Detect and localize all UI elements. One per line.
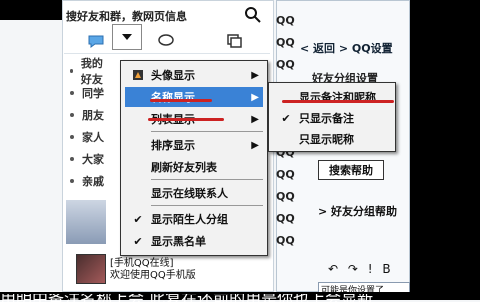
black-border-right (410, 0, 480, 300)
menu-item-label: 显示黑名单 (151, 235, 206, 248)
submenu-item-label: 只显示备注 (299, 112, 354, 125)
bullet-icon (70, 157, 74, 161)
bullet-icon (70, 113, 74, 117)
menu-item-avatar-display[interactable]: 头像显示 ▶ (125, 65, 263, 85)
qq-label: QQ (276, 190, 295, 203)
bullet-icon (70, 179, 74, 183)
window-switch-icon[interactable] (224, 32, 244, 50)
search-help-button[interactable]: 搜索帮助 (318, 160, 384, 180)
submenu-item-nickname-only[interactable]: 只显示昵称 (273, 129, 391, 149)
menu-item-label: 排序显示 (151, 139, 195, 152)
avatar-display-icon (133, 70, 143, 80)
group-item[interactable]: 家人 (70, 126, 112, 148)
annotation-underline (282, 100, 394, 103)
group-label: 家人 (82, 131, 104, 144)
submenu-item-remark-only[interactable]: ✔ 只显示备注 (273, 108, 391, 128)
menu-item-label: 名称显示 (151, 91, 195, 104)
qq-label: QQ (276, 58, 295, 71)
qq-label: QQ (276, 36, 295, 49)
checkmark-icon: ✔ (133, 234, 143, 248)
search-icon[interactable] (244, 6, 262, 24)
qq-label: QQ (276, 234, 295, 247)
settings-breadcrumb[interactable]: < 返回 > QQ设置 (300, 40, 393, 56)
group-item[interactable]: 朋友 (70, 104, 112, 126)
contact-status: [手机QQ在线] (110, 258, 174, 269)
group-label: 朋友 (82, 109, 104, 122)
bullet-icon (70, 135, 74, 139)
group-label: 同学 (82, 87, 104, 100)
menu-item-sort-display[interactable]: 排序显示 ▶ (125, 135, 263, 155)
caption-text: 用明中备注名称上会.此复在还前的用是你也上会显新 (0, 294, 480, 302)
menu-item-refresh-list[interactable]: 刷新好友列表 (125, 157, 263, 177)
chat-bubble-outline-icon[interactable] (156, 32, 176, 50)
annotation-underline (150, 99, 212, 102)
contact-photo (66, 200, 106, 244)
contact-toolbar (64, 28, 270, 54)
help-link[interactable]: > 好友分组帮助 (318, 203, 397, 219)
bullet-icon (70, 69, 73, 73)
bullet-icon (70, 91, 74, 95)
menu-item-label: 头像显示 (151, 69, 195, 82)
submenu-arrow-icon: ▶ (251, 69, 259, 81)
submenu-arrow-icon: ▶ (251, 113, 259, 125)
qq-label: QQ (276, 168, 295, 181)
group-item[interactable]: 亲戚 (70, 170, 112, 192)
group-label: 亲戚 (82, 175, 104, 188)
submenu-item-remark-and-nickname[interactable]: 显示备注和昵称 (273, 87, 391, 107)
chat-bubble-icon[interactable] (86, 32, 106, 50)
contact-signature: 欢迎使用QQ手机版 (110, 270, 196, 281)
group-item[interactable]: 我的好友 (70, 57, 112, 86)
editor-toolbar-icons[interactable]: ↶ ↷ ! B (328, 262, 394, 276)
menu-separator (151, 131, 263, 132)
annotation-underline (148, 118, 224, 121)
checkmark-icon: ✔ (281, 111, 291, 125)
menu-separator (151, 179, 263, 180)
chevron-down-icon (122, 34, 132, 40)
menu-item-show-online[interactable]: 显示在线联系人 (125, 183, 263, 203)
avatar[interactable] (76, 254, 106, 284)
group-list: 我的好友 同学 朋友 家人 大家 亲戚 (70, 57, 112, 192)
menu-item-label: 显示在线联系人 (151, 187, 228, 200)
contact-entry[interactable]: [手机QQ在线] 欢迎使用QQ手机版 (110, 258, 196, 282)
contacts-dropdown-button[interactable] (112, 24, 142, 50)
menu-item-name-display[interactable]: 名称显示 ▶ (125, 87, 263, 107)
qq-label: QQ (276, 212, 295, 225)
search-input[interactable]: 搜好友和群，教网页信息 (66, 8, 187, 24)
name-display-submenu: 显示备注和昵称 ✔ 只显示备注 只显示昵称 (268, 82, 396, 152)
search-row[interactable]: 搜好友和群，教网页信息 (64, 6, 270, 26)
submenu-item-label: 只显示昵称 (299, 133, 354, 146)
checkmark-icon: ✔ (133, 212, 143, 226)
group-label: 大家 (82, 153, 104, 166)
menu-separator (151, 205, 263, 206)
submenu-arrow-icon: ▶ (251, 91, 259, 103)
group-label: 我的好友 (80, 57, 103, 86)
menu-item-label: 刷新好友列表 (151, 161, 217, 174)
menu-item-show-blacklist[interactable]: ✔ 显示黑名单 (125, 231, 263, 251)
black-border-left (0, 0, 62, 20)
qq-label: QQ (276, 14, 295, 27)
submenu-arrow-icon: ▶ (251, 139, 259, 151)
group-item[interactable]: 大家 (70, 148, 112, 170)
menu-item-label: 显示陌生人分组 (151, 213, 228, 226)
context-menu: 头像显示 ▶ 名称显示 ▶ 列表显示 ▶ 排序显示 ▶ 刷新好友列表 显示在线联… (120, 60, 268, 256)
menu-item-show-strangers[interactable]: ✔ 显示陌生人分组 (125, 209, 263, 229)
